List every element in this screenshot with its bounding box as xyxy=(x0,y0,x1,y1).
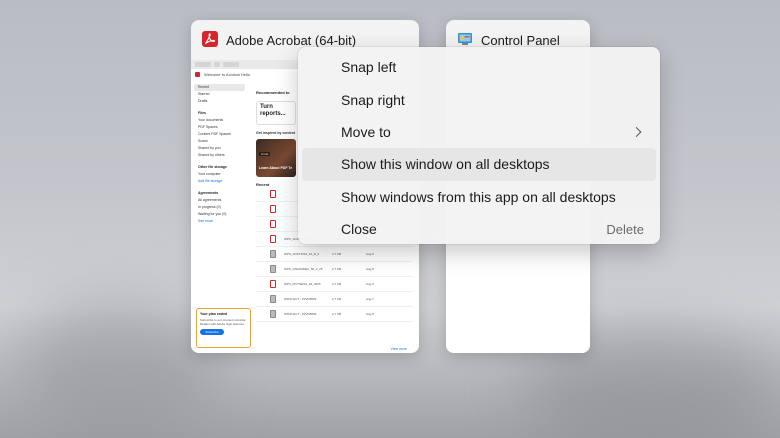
inspired-card-text: Learn About PDF Te xyxy=(259,166,293,170)
menu-item-label: Show this window on all desktops xyxy=(341,156,550,173)
sidebar-item: Shared by you xyxy=(198,146,221,150)
home-icon xyxy=(214,62,220,67)
file-name: WPS_PFITNESS_84_2025 xyxy=(284,282,321,286)
file-date: Aug 9 xyxy=(366,282,374,286)
file-size: 2.7 KB xyxy=(332,267,342,271)
image-file-icon xyxy=(270,265,276,273)
menu-item-snap-right[interactable]: Snap right xyxy=(302,83,656,115)
window-context-menu: Snap left Snap right Move to Show this w… xyxy=(298,47,660,244)
pdf-file-icon xyxy=(270,190,276,198)
sidebar-item: PDF Spaces xyxy=(198,125,218,129)
file-size: 2.7 KB xyxy=(332,312,342,316)
sidebar-item: All agreements xyxy=(198,198,222,202)
file-name: WIKIP ECT - P2VP8809 xyxy=(284,297,317,301)
file-name: WPS_SOFT1001_10_E_0 xyxy=(284,252,320,256)
sidebar-heading-files: Files xyxy=(198,111,206,115)
menu-item-show-window-all-desktops[interactable]: Show this window on all desktops xyxy=(302,148,656,181)
file-name: WIKIP ECT - P2VP8809 xyxy=(284,312,317,316)
pdf-file-icon xyxy=(270,220,276,228)
file-size: 2.7 KB xyxy=(332,282,342,286)
file-date: Aug 8 xyxy=(366,267,374,271)
file-row: WPS_PFITNESS_84_2025 2.7 KB Aug 9 xyxy=(256,277,413,292)
control-panel-icon xyxy=(458,33,472,45)
sidebar-link: Add file storage xyxy=(198,179,223,183)
menu-item-show-app-windows-all-desktops[interactable]: Show windows from this app on all deskto… xyxy=(302,181,656,213)
menu-item-snap-left[interactable]: Snap left xyxy=(302,51,656,83)
subscribe-button: Subscribe xyxy=(200,329,224,335)
inspired-card: 3 min Learn About PDF Te xyxy=(256,139,296,177)
file-row: WPS_SOFT1001_10_E_0 2.7 KB Aug 9 xyxy=(256,247,413,262)
file-row: WIKIP ECT - P2VP8809 2.7 KB Aug 8 xyxy=(256,307,413,322)
background-blur xyxy=(20,300,220,438)
adobe-acrobat-icon xyxy=(202,31,218,47)
file-date: Aug 7 xyxy=(366,297,374,301)
menu-item-label: Move to xyxy=(341,123,391,140)
window-title: Adobe Acrobat (64-bit) xyxy=(226,33,357,48)
menu-item-label: Close xyxy=(341,221,377,238)
menu-item-move-to[interactable]: Move to xyxy=(302,116,656,148)
menu-item-label: Snap left xyxy=(341,59,397,76)
shortcut-hint: Delete xyxy=(606,221,644,237)
duration-badge: 3 min xyxy=(259,152,271,156)
sidebar-item: In progress (0) xyxy=(198,205,221,209)
tab-create xyxy=(223,62,239,67)
pdf-file-icon xyxy=(270,235,276,243)
sidebar-item-recent: Recent xyxy=(194,84,245,91)
sidebar-link: See more xyxy=(198,219,214,223)
file-date: Aug 9 xyxy=(366,252,374,256)
plan-title: Your plan ended xyxy=(200,312,228,316)
file-row: WIKIP ECT - P2VP8809 2.7 KB Aug 7 xyxy=(256,292,413,307)
plan-text: Subscribe to our premium Acrobat Reader … xyxy=(200,318,246,326)
sidebar-item: Scans xyxy=(198,139,208,143)
menu-item-label: Snap right xyxy=(341,91,405,108)
sidebar-heading-storage: Other file storage xyxy=(198,165,227,169)
plan-ended-box: Your plan ended Subscribe to our premium… xyxy=(196,308,251,348)
file-date: Aug 8 xyxy=(366,312,374,316)
image-file-icon xyxy=(270,295,276,303)
recommended-card: Turn reports... xyxy=(256,101,296,125)
image-file-icon xyxy=(270,310,276,318)
sidebar-item: Shared by others xyxy=(198,153,225,157)
acrobat-small-icon xyxy=(195,71,200,77)
sidebar-item-starred: Starred xyxy=(198,92,210,96)
file-size: 2.7 KB xyxy=(332,252,342,256)
view-more-link: View more xyxy=(390,347,407,351)
file-size: 2.7 KB xyxy=(332,297,342,301)
menu-item-label: Show windows from this app on all deskto… xyxy=(341,188,616,205)
chevron-right-icon xyxy=(631,127,642,137)
pdf-file-icon xyxy=(270,280,276,288)
menu-item-close[interactable]: Close Delete xyxy=(302,213,656,245)
sidebar-item: Your documents xyxy=(198,118,224,122)
tab-home xyxy=(195,62,211,67)
pdf-file-icon xyxy=(270,205,276,213)
sidebar-item: Content PDF Spaces xyxy=(198,132,231,136)
file-name: WPS_STEAMDEC_56_2_25 xyxy=(284,267,323,271)
sidebar-item: Your computer xyxy=(198,172,221,176)
image-file-icon xyxy=(270,250,276,258)
sidebar-heading-agreements: Agreements xyxy=(198,191,219,195)
window-title: Control Panel xyxy=(481,33,560,48)
sidebar-item-drafts: Drafts xyxy=(198,99,208,103)
sidebar-item: Waiting for you (0) xyxy=(198,212,227,216)
welcome-text: Welcome to Acrobat Hello xyxy=(204,71,250,77)
file-row: WPS_STEAMDEC_56_2_25 2.7 KB Aug 8 xyxy=(256,262,413,277)
